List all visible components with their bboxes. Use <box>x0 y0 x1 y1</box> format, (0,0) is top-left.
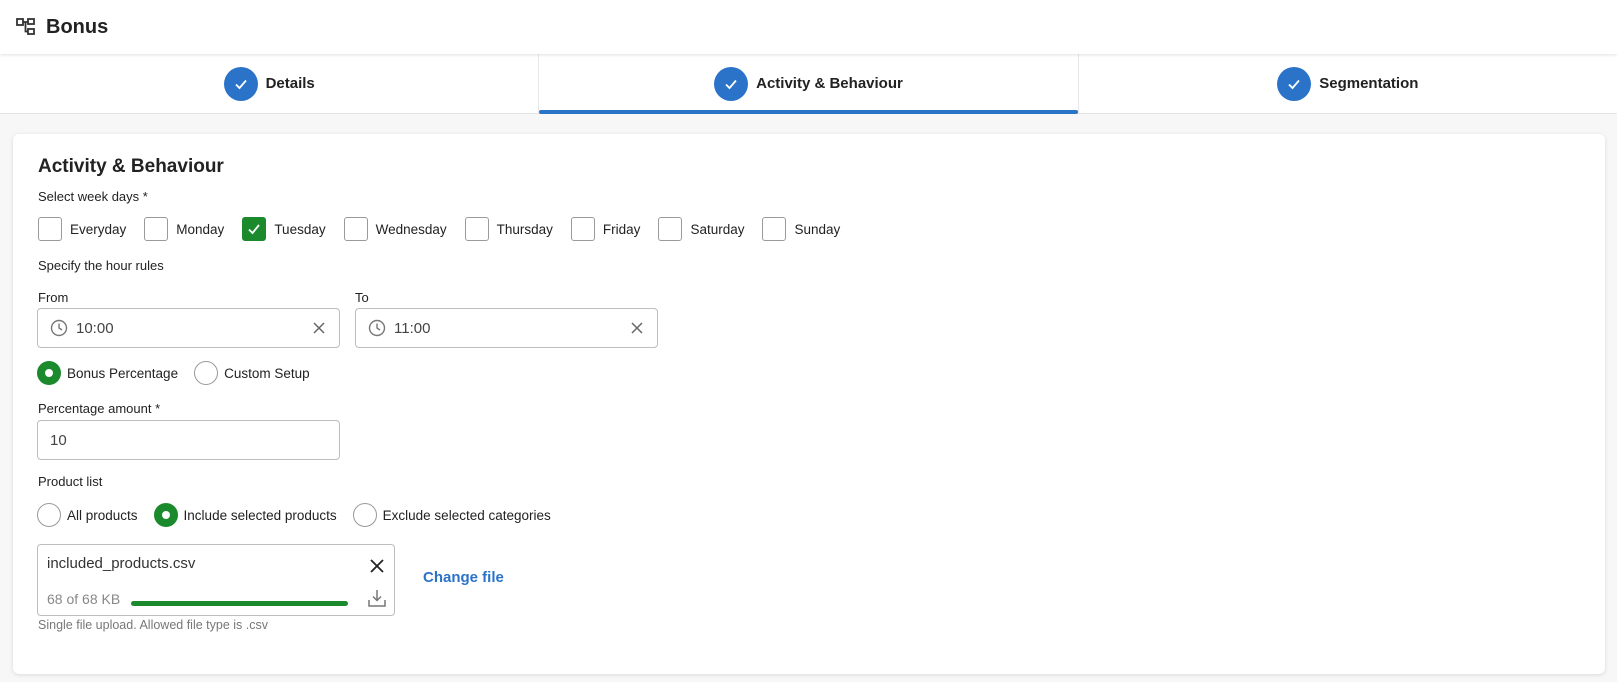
weekday-monday[interactable]: Monday <box>144 217 224 241</box>
weekday-checkboxes: Everyday Monday Tuesday Wednesday Thursd… <box>38 217 858 241</box>
page-title: Bonus <box>46 15 109 38</box>
step-label: Activity & Behaviour <box>756 75 903 92</box>
step-segmentation[interactable]: Segmentation <box>1079 54 1617 113</box>
clock-icon <box>368 319 386 337</box>
weekday-saturday[interactable]: Saturday <box>658 217 744 241</box>
hour-rules-label: Specify the hour rules <box>38 258 164 273</box>
weekday-thursday[interactable]: Thursday <box>464 217 553 241</box>
check-icon <box>714 66 749 101</box>
step-label: Segmentation <box>1319 75 1419 92</box>
from-time-value: 10:00 <box>76 319 114 337</box>
weekday-friday[interactable]: Friday <box>570 217 641 241</box>
radio-label: Include selected products <box>183 507 337 523</box>
from-time-input[interactable]: 10:00 <box>37 308 340 348</box>
weekdays-label: Select week days * <box>38 189 148 204</box>
weekday-label: Friday <box>602 221 641 237</box>
clear-icon[interactable] <box>629 320 645 336</box>
upload-progress-bar <box>131 601 348 606</box>
weekday-everyday[interactable]: Everyday <box>38 217 126 241</box>
radio[interactable] <box>37 503 61 527</box>
upload-hint: Single file upload. Allowed file type is… <box>38 618 268 632</box>
download-icon[interactable] <box>366 587 388 609</box>
file-name: included_products.csv <box>47 555 196 572</box>
checkbox[interactable] <box>762 217 787 241</box>
step-label: Details <box>265 75 315 92</box>
clear-icon[interactable] <box>311 320 327 336</box>
weekday-label: Everyday <box>70 221 127 237</box>
weekday-wednesday[interactable]: Wednesday <box>343 217 447 241</box>
stepper: Details Activity & Behaviour Segmentatio… <box>0 54 1617 114</box>
weekday-label: Thursday <box>496 221 553 237</box>
uploaded-file-box: included_products.csv 68 of 68 KB <box>37 544 395 616</box>
radio-label: All products <box>67 507 138 523</box>
radio-selected[interactable] <box>37 361 61 385</box>
checkbox-checked[interactable] <box>242 217 267 241</box>
radio-selected[interactable] <box>153 503 178 527</box>
radio-include-selected-products[interactable]: Include selected products <box>153 503 337 527</box>
product-list-label: Product list <box>38 474 103 489</box>
checkbox[interactable] <box>38 217 62 241</box>
radio-label: Bonus Percentage <box>67 365 179 381</box>
weekday-tuesday[interactable]: Tuesday <box>242 217 326 241</box>
weekday-label: Sunday <box>794 221 841 237</box>
upload-progress-fill <box>131 601 348 606</box>
section-title: Activity & Behaviour <box>38 156 224 177</box>
to-time-input[interactable]: 11:00 <box>355 308 658 348</box>
percentage-value: 10 <box>50 431 67 449</box>
percentage-input[interactable]: 10 <box>37 420 340 460</box>
org-chart-icon <box>16 17 36 37</box>
radio-all-products[interactable]: All products <box>37 503 138 527</box>
radio-label: Exclude selected categories <box>382 507 551 523</box>
step-activity-behaviour[interactable]: Activity & Behaviour <box>539 54 1079 114</box>
from-label: From <box>38 290 69 305</box>
bonus-type-radios: Bonus Percentage Custom Setup <box>37 361 326 385</box>
checkbox[interactable] <box>343 217 368 241</box>
checkbox[interactable] <box>570 217 595 241</box>
radio-custom-setup[interactable]: Custom Setup <box>194 361 310 385</box>
radio-exclude-selected-categories[interactable]: Exclude selected categories <box>352 503 551 527</box>
radio[interactable] <box>194 361 219 385</box>
activity-behaviour-card: Activity & Behaviour Select week days * … <box>13 134 1605 674</box>
to-time-value: 11:00 <box>394 319 431 337</box>
radio[interactable] <box>352 503 377 527</box>
radio-label: Custom Setup <box>224 365 310 381</box>
change-file-link[interactable]: Change file <box>423 569 504 586</box>
weekday-label: Saturday <box>690 221 745 237</box>
checkbox[interactable] <box>464 217 489 241</box>
clock-icon <box>50 319 68 337</box>
check-icon <box>223 66 258 101</box>
weekday-label: Monday <box>176 221 225 237</box>
checkbox[interactable] <box>144 217 169 241</box>
step-details[interactable]: Details <box>0 54 540 113</box>
weekday-label: Tuesday <box>274 221 326 237</box>
app-header: Bonus <box>0 0 1617 54</box>
radio-bonus-percentage[interactable]: Bonus Percentage <box>37 361 178 385</box>
weekday-label: Wednesday <box>375 221 447 237</box>
checkbox[interactable] <box>658 217 683 241</box>
percentage-label: Percentage amount * <box>38 401 161 416</box>
check-icon <box>248 224 261 235</box>
file-size: 68 of 68 KB <box>47 591 121 607</box>
product-list-radios: All products Include selected products E… <box>37 503 567 527</box>
weekday-sunday[interactable]: Sunday <box>762 217 840 241</box>
remove-file-icon[interactable] <box>368 557 386 575</box>
to-label: To <box>355 290 369 305</box>
check-icon <box>1277 66 1312 101</box>
